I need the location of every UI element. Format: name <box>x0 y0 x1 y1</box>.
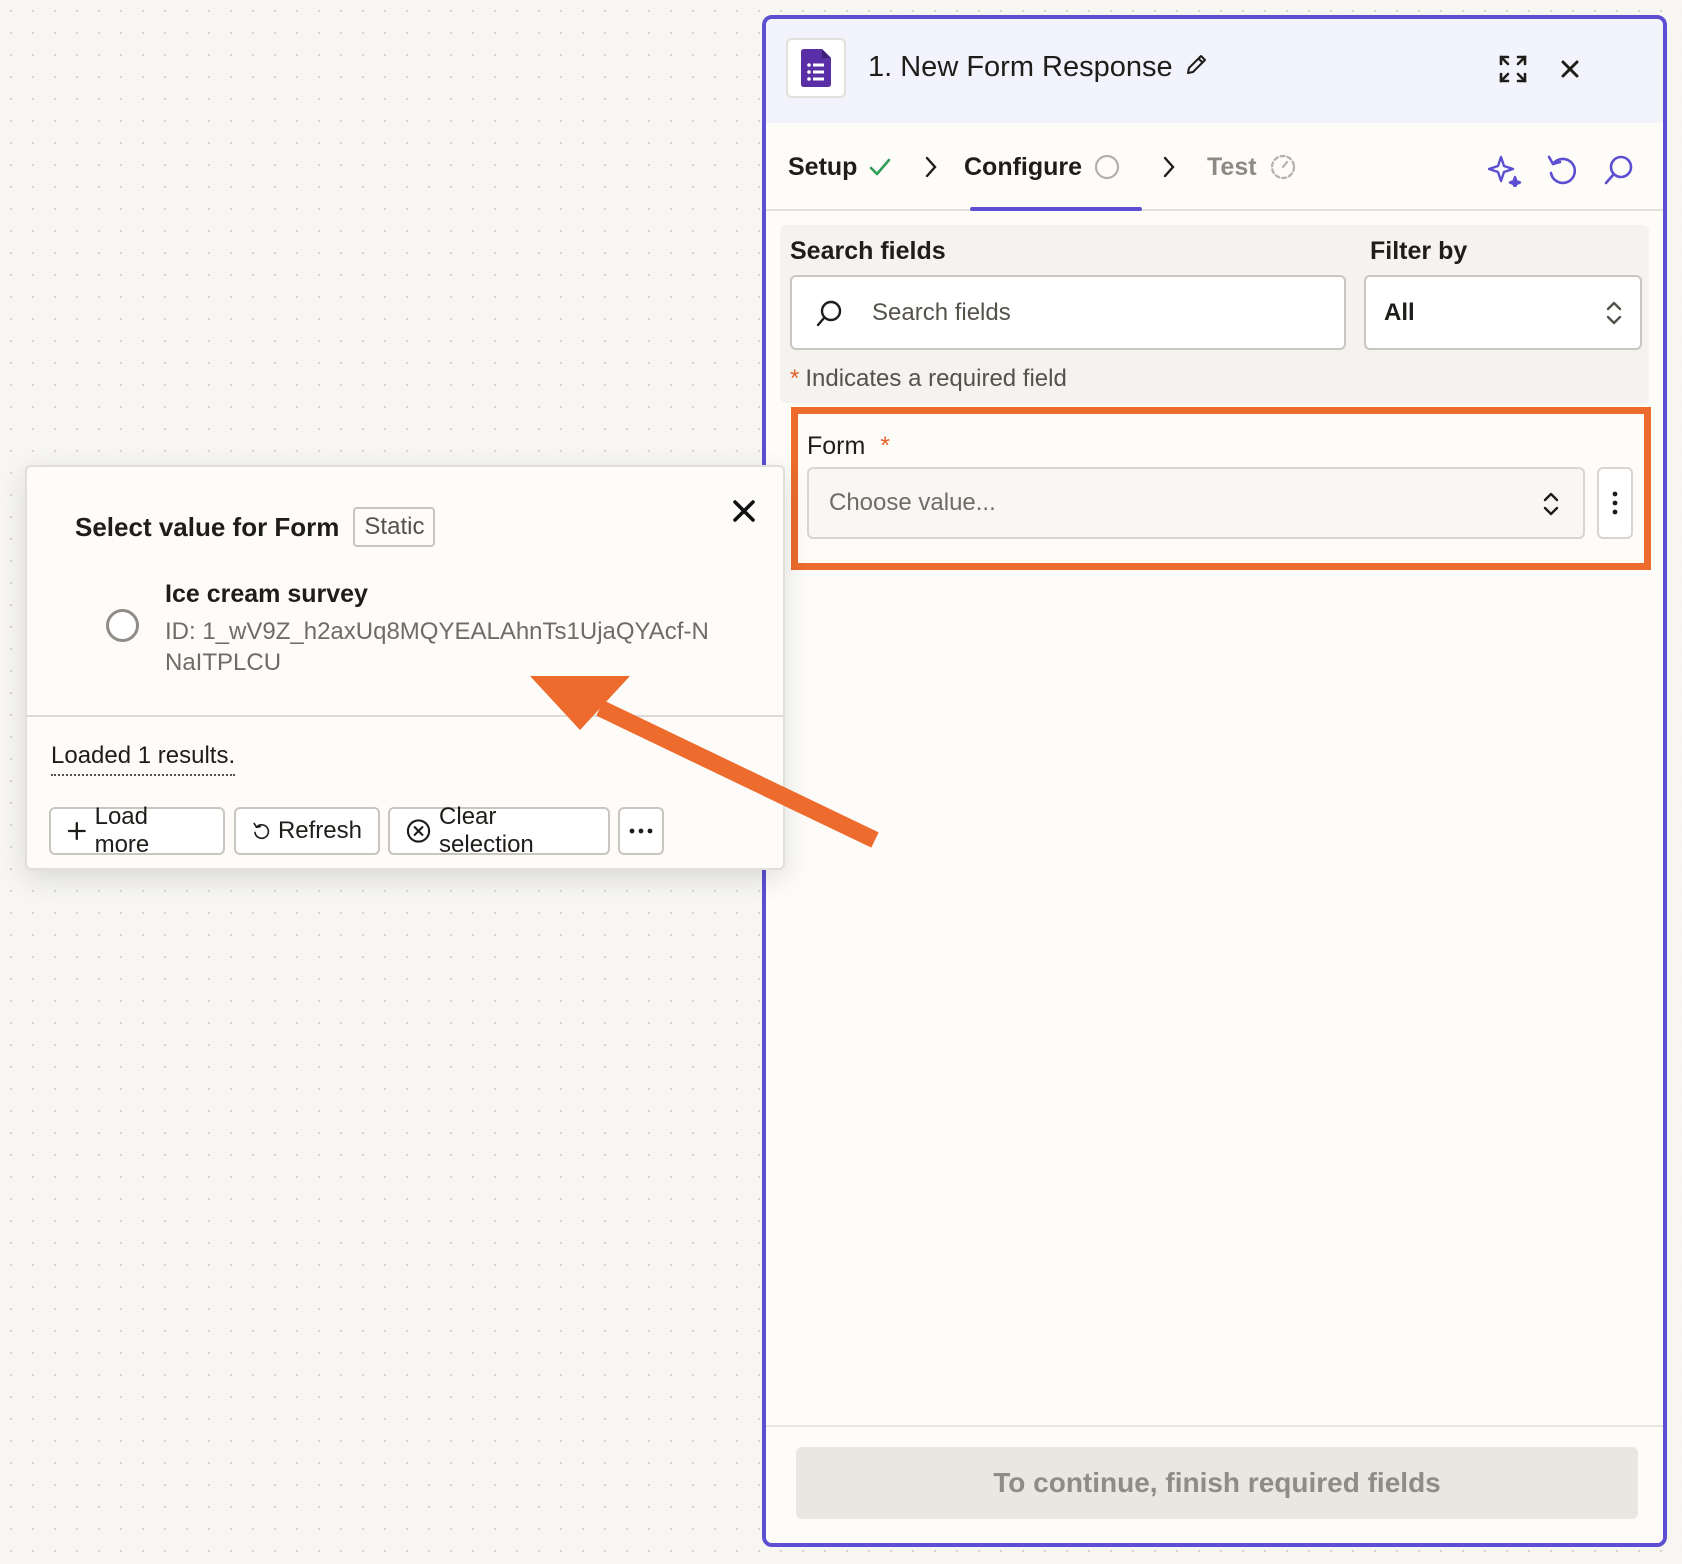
tab-configure[interactable]: Configure <box>964 123 1120 211</box>
tab-configure-label: Configure <box>964 152 1083 181</box>
field-filter-area: Search fields Filter by All *Indicates a… <box>780 225 1649 403</box>
clear-selection-label: Clear selection <box>439 803 534 858</box>
expand-icon[interactable] <box>1495 51 1531 87</box>
search-fields-box[interactable] <box>790 275 1346 350</box>
load-more-button[interactable]: Load more <box>49 803 225 858</box>
popover-title-text: Select value for Form <box>75 511 340 542</box>
close-panel-button[interactable] <box>1552 51 1588 87</box>
option-name: Ice cream survey <box>165 580 368 608</box>
undo-icon[interactable] <box>1545 153 1579 187</box>
option-radio[interactable] <box>106 609 139 642</box>
form-field-required-star: * <box>880 432 891 460</box>
search-icon <box>816 300 842 326</box>
panel-header: 1. New Form Response <box>766 19 1663 123</box>
edit-pencil-icon[interactable] <box>1185 51 1209 84</box>
clear-selection-button[interactable]: Clear selection <box>388 803 610 858</box>
popover-divider <box>27 715 783 717</box>
refresh-label: Refresh <box>277 817 362 844</box>
tab-test[interactable]: Test <box>1207 123 1297 211</box>
select-value-popover: Select value for Form Static Ice cream s… <box>25 465 785 870</box>
filter-by-label: Filter by <box>1370 237 1468 265</box>
updown-chevron-icon <box>1606 301 1622 325</box>
tab-setup-label: Setup <box>788 152 858 181</box>
refresh-button[interactable]: Refresh <box>234 807 380 855</box>
step-tabs: Setup Configure Test <box>766 123 1663 211</box>
popover-close-button[interactable] <box>726 493 762 529</box>
static-badge: Static <box>353 507 436 547</box>
loaded-results-text: Loaded 1 results. <box>51 742 236 776</box>
step-panel: 1. New Form Response Setup Configure Tes… <box>762 15 1667 1547</box>
updown-chevron-icon <box>1543 492 1559 516</box>
filter-by-select[interactable]: All <box>1364 275 1642 350</box>
clear-circle-icon <box>406 819 431 843</box>
sparkle-icon[interactable] <box>1488 153 1522 187</box>
tab-test-label: Test <box>1207 152 1257 181</box>
form-value-select[interactable]: Choose value... <box>807 467 1585 539</box>
panel-footer: To continue, finish required fields <box>766 1425 1663 1543</box>
load-more-label: Load more <box>94 803 150 858</box>
search-icon[interactable] <box>1602 153 1636 187</box>
popover-title: Select value for Form Static <box>75 507 436 547</box>
check-icon <box>870 158 891 176</box>
active-tab-indicator <box>970 207 1142 211</box>
chevron-right-icon <box>925 156 937 178</box>
close-icon <box>733 500 755 522</box>
panel-title[interactable]: 1. New Form Response <box>868 51 1209 84</box>
form-field-label-text: Form <box>807 432 866 460</box>
required-star: * <box>790 365 800 392</box>
progress-circle-icon <box>1094 154 1120 180</box>
form-field-label: Form * <box>807 432 896 461</box>
close-icon <box>1561 60 1579 78</box>
google-forms-icon <box>786 38 846 98</box>
search-fields-label: Search fields <box>790 237 946 265</box>
timer-icon <box>1270 154 1295 180</box>
list-item[interactable]: Ice cream survey ID: 1_wV9Z_h2axUq8MQYEA… <box>75 580 735 690</box>
required-note-text: Indicates a required field <box>805 365 1067 392</box>
continue-button[interactable]: To continue, finish required fields <box>796 1447 1638 1519</box>
more-options-button[interactable] <box>618 807 664 855</box>
tab-setup[interactable]: Setup <box>788 123 891 211</box>
kebab-icon <box>1612 491 1618 515</box>
ellipsis-icon <box>629 828 653 834</box>
panel-title-text: 1. New Form Response <box>868 51 1173 83</box>
option-id: ID: 1_wV9Z_h2axUq8MQYEALAhnTs1UjaQYAcf-N… <box>165 618 709 676</box>
required-field-note: * Indicates a required field <box>790 365 1067 393</box>
filter-by-value: All <box>1384 298 1415 326</box>
chevron-right-icon <box>1163 156 1175 178</box>
search-fields-input[interactable] <box>872 298 1312 327</box>
form-field-highlighted: Form * Choose value... <box>791 407 1651 570</box>
refresh-icon <box>253 822 270 840</box>
plus-icon <box>67 821 86 841</box>
form-field-more-button[interactable] <box>1597 467 1633 539</box>
form-value-placeholder: Choose value... <box>829 489 996 516</box>
